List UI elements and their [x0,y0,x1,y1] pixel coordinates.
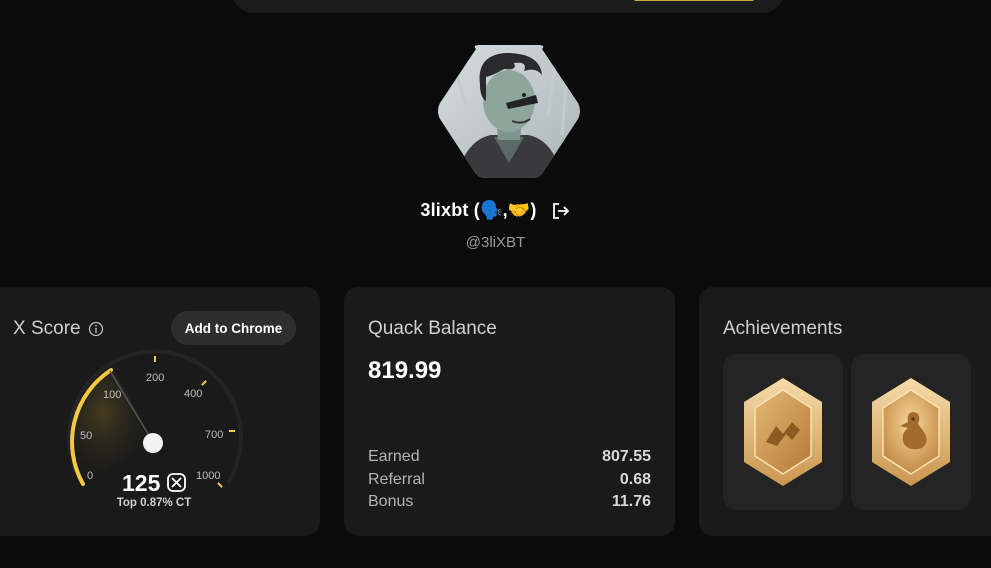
avatar [438,45,580,178]
balance-row-value: 807.55 [602,448,651,466]
balance-row-value: 11.76 [611,493,651,511]
add-to-chrome-button[interactable]: Add to Chrome [171,311,296,345]
score-rank: Top 0.87% CT [116,497,192,509]
profile-handle: @3liXBT [465,234,526,251]
tick-label: 50 [80,430,92,442]
gauge-knob [143,433,163,453]
tick-mark [201,380,207,386]
achievements-title: Achievements [723,318,843,339]
tick-mark [229,430,235,432]
tick-label: 100 [103,389,121,401]
balance-row-label: Earned [368,448,420,466]
logout-icon[interactable] [551,201,571,221]
balance-breakdown: Earned 807.55 Referral 0.68 Bonus 11.76 [368,446,651,514]
tick-mark [217,482,223,488]
tick-label: 400 [184,388,202,400]
achievement-tile[interactable] [723,354,843,510]
zigzag-badge-icon [744,378,822,486]
tick-label: 200 [146,372,164,384]
balance-row-label: Referral [368,470,425,488]
quack-balance-title: Quack Balance [368,318,497,339]
balance-row-value: 0.68 [619,470,651,488]
balance-value: 819.99 [368,357,442,384]
x-score-title: X Score [13,318,81,339]
profile-name: 3lixbt (🗣️,🤝) [420,200,537,220]
balance-row-bonus: Bonus 11.76 [368,491,651,514]
tick-label: 1000 [196,470,220,482]
achievements-card: Achievements [699,287,991,536]
balance-row-earned: Earned 807.55 [368,446,651,469]
info-icon[interactable] [88,321,104,337]
score-logo-icon [167,473,186,492]
achievement-tile[interactable] [851,354,971,510]
tick-label: 700 [205,429,223,441]
top-bar-accent [634,0,754,1]
tick-mark [154,356,156,362]
x-score-card: 0 50 100 200 400 700 1000 X Score Add to… [0,287,320,536]
duck-badge-icon [872,378,950,486]
balance-row-referral: Referral 0.68 [368,469,651,492]
tick-label: 0 [87,470,93,482]
x-score-title-row: X Score [13,318,104,340]
profile-name-row: 3lixbt (🗣️,🤝) [0,200,991,221]
quack-balance-card: Quack Balance 819.99 Earned 807.55 Refer… [344,287,675,536]
score-value: 125 [122,470,161,496]
balance-row-label: Bonus [368,493,414,511]
top-search-bar [232,0,784,13]
